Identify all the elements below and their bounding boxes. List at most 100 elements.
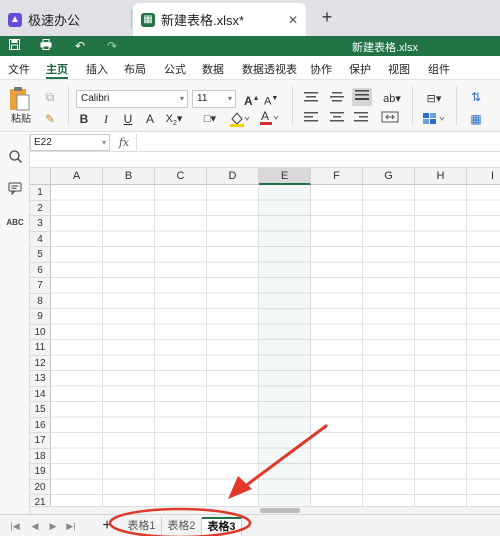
comment-icon[interactable] [6, 182, 24, 200]
row-header[interactable]: 20 [30, 479, 51, 495]
undo-icon[interactable]: ↶ [72, 38, 88, 54]
horizontal-scrollbar[interactable] [30, 506, 500, 514]
menu-view[interactable]: 视图 [388, 61, 410, 77]
italic-button[interactable]: I [100, 110, 112, 128]
tab-new-workbook[interactable]: ▦ 新建表格.xlsx* ✕ [133, 3, 306, 36]
grow-font-button[interactable]: A▲ [244, 90, 260, 110]
menu-formulas[interactable]: 公式 [164, 61, 186, 77]
row-header[interactable]: 16 [30, 417, 51, 433]
search-icon[interactable] [6, 150, 24, 168]
text-effect-icon[interactable]: A [143, 110, 157, 128]
menu-protect[interactable]: 保护 [349, 61, 371, 77]
spellcheck-icon[interactable]: ABC [6, 214, 24, 232]
menu-insert[interactable]: 插入 [86, 61, 108, 77]
column-header-g[interactable]: G [363, 168, 415, 185]
paste-label: 粘贴 [11, 114, 31, 125]
row-header[interactable]: 12 [30, 355, 51, 371]
row-header[interactable]: 11 [30, 340, 51, 356]
first-sheet-icon[interactable]: |◀ [8, 518, 22, 534]
subscript-icon[interactable]: X2▾ [164, 110, 184, 133]
row-header[interactable]: 9 [30, 309, 51, 325]
save-icon[interactable] [6, 38, 22, 54]
font-name-select[interactable]: Calibri ▾ [76, 90, 188, 108]
align-top-icon[interactable] [302, 90, 320, 109]
tab-bar: ▲ 极速办公 ▦ 新建表格.xlsx* ✕ + [0, 0, 500, 36]
number-format-icon[interactable]: ⊟▾ [420, 90, 448, 108]
conditional-format-icon[interactable]: ⇅ [466, 88, 486, 106]
table-format-icon[interactable]: ▦ [466, 110, 486, 128]
row-header[interactable]: 1 [30, 185, 51, 201]
align-right-icon[interactable] [352, 110, 370, 129]
column-header-b[interactable]: B [103, 168, 155, 185]
row-header[interactable]: 17 [30, 433, 51, 449]
menu-layout[interactable]: 布局 [124, 61, 146, 77]
rocket-icon: ▲ [8, 12, 22, 27]
borders-icon[interactable]: □▾ [200, 110, 220, 128]
row-header[interactable]: 4 [30, 231, 51, 247]
align-center-icon[interactable] [328, 110, 346, 129]
column-header-c[interactable]: C [155, 168, 207, 185]
column-header-i[interactable]: I [467, 168, 500, 185]
next-sheet-icon[interactable]: ▶ [46, 518, 60, 534]
row-header[interactable]: 13 [30, 371, 51, 387]
column-header-a[interactable]: A [51, 168, 103, 185]
menu-file[interactable]: 文件 [8, 61, 30, 77]
add-sheet-button[interactable]: + [99, 516, 115, 536]
align-left-icon[interactable] [302, 110, 320, 129]
tab-divider [131, 10, 132, 28]
row-header[interactable]: 8 [30, 293, 51, 309]
prev-sheet-icon[interactable]: ◀ [28, 518, 42, 534]
ribbon-divider [412, 86, 413, 126]
name-box[interactable]: E22 ▾ [30, 134, 110, 151]
row-header[interactable]: 7 [30, 278, 51, 294]
sheet-tab-2[interactable]: 表格2 [162, 517, 202, 536]
format-painter-icon[interactable]: ✎ [42, 110, 58, 126]
column-header-h[interactable]: H [415, 168, 467, 185]
row-header[interactable]: 19 [30, 464, 51, 480]
scrollbar-thumb[interactable] [260, 508, 300, 513]
row-header[interactable]: 18 [30, 448, 51, 464]
redo-icon[interactable]: ↷ [104, 38, 120, 54]
new-tab-button[interactable]: + [316, 6, 338, 28]
select-all-corner[interactable] [30, 168, 51, 185]
close-icon[interactable]: ✕ [288, 13, 298, 27]
ribbon-divider [68, 86, 69, 126]
row-header[interactable]: 15 [30, 402, 51, 418]
ribbon-toolbar: 粘贴 ⧉ ✎ Calibri ▾ 11 ▾ A▲ A▼ B I U A X2▾ … [0, 80, 500, 132]
worksheet-grid[interactable]: A B C D E F G H I 1 2 3 4 5 6 7 8 9 10 1… [30, 168, 500, 506]
font-color-icon[interactable]: A [258, 108, 280, 133]
sheet-tab-3[interactable]: 表格3 [202, 517, 242, 536]
cell-styles-icon[interactable] [420, 110, 448, 131]
font-size-select[interactable]: 11 ▾ [192, 90, 236, 108]
row-header[interactable]: 6 [30, 262, 51, 278]
column-header-d[interactable]: D [207, 168, 259, 185]
menu-pivot-table[interactable]: 数据透视表 [242, 61, 297, 77]
column-header-e[interactable]: E [259, 168, 311, 185]
menu-data[interactable]: 数据 [202, 61, 224, 77]
wrap-text-icon[interactable]: ab▾ [380, 90, 404, 108]
copy-icon[interactable]: ⧉ [42, 88, 58, 104]
row-header[interactable]: 10 [30, 324, 51, 340]
tab-jisu-office[interactable]: ▲ 极速办公 [0, 3, 130, 36]
menu-components[interactable]: 组件 [428, 61, 450, 77]
last-sheet-icon[interactable]: ▶| [64, 518, 78, 534]
align-middle-icon[interactable] [328, 90, 346, 109]
row-header[interactable]: 3 [30, 216, 51, 232]
row-header[interactable]: 21 [30, 495, 51, 506]
underline-button[interactable]: U [122, 110, 134, 128]
row-header[interactable]: 2 [30, 200, 51, 216]
menu-collaborate[interactable]: 协作 [310, 61, 332, 77]
bold-button[interactable]: B [78, 110, 90, 128]
insert-function-icon[interactable]: fx [114, 134, 134, 151]
fill-color-icon[interactable] [228, 110, 250, 133]
column-header-f[interactable]: F [311, 168, 363, 185]
row-header[interactable]: 14 [30, 386, 51, 402]
paste-icon[interactable] [8, 86, 32, 112]
print-icon[interactable] [38, 38, 54, 54]
sheet-tab-1[interactable]: 表格1 [122, 517, 162, 536]
formula-input[interactable] [136, 134, 500, 151]
row-header[interactable]: 5 [30, 247, 51, 263]
menu-home[interactable]: 主页 [46, 61, 68, 77]
merge-cells-icon[interactable] [380, 110, 400, 129]
align-bottom-icon[interactable] [352, 88, 372, 106]
